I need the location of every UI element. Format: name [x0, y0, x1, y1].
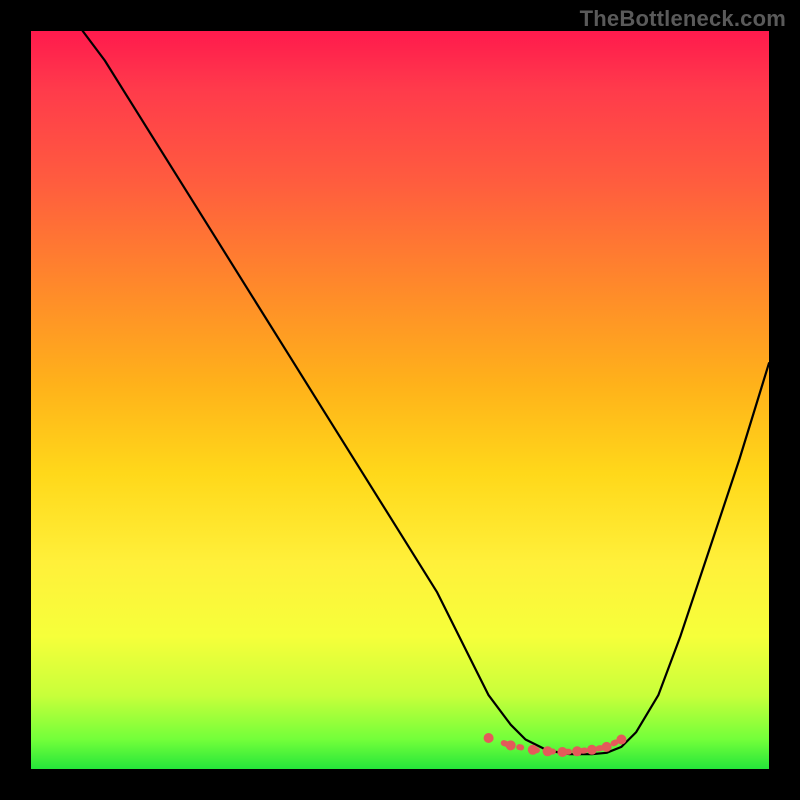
watermark-text: TheBottleneck.com — [580, 6, 786, 32]
plot-area — [31, 31, 769, 769]
optimal-zone-marker — [506, 740, 516, 750]
optimal-zone-marker — [587, 745, 597, 755]
chart-frame: TheBottleneck.com — [0, 0, 800, 800]
optimal-zone-marker — [557, 747, 567, 757]
optimal-zone-marker — [543, 746, 553, 756]
optimal-zone-marker — [602, 742, 612, 752]
optimal-zone-marker — [528, 745, 538, 755]
optimal-zone-marker — [616, 735, 626, 745]
optimal-zone-marker — [484, 733, 494, 743]
curve-svg — [31, 31, 769, 769]
bottleneck-curve — [83, 31, 769, 754]
optimal-zone-marker — [572, 746, 582, 756]
